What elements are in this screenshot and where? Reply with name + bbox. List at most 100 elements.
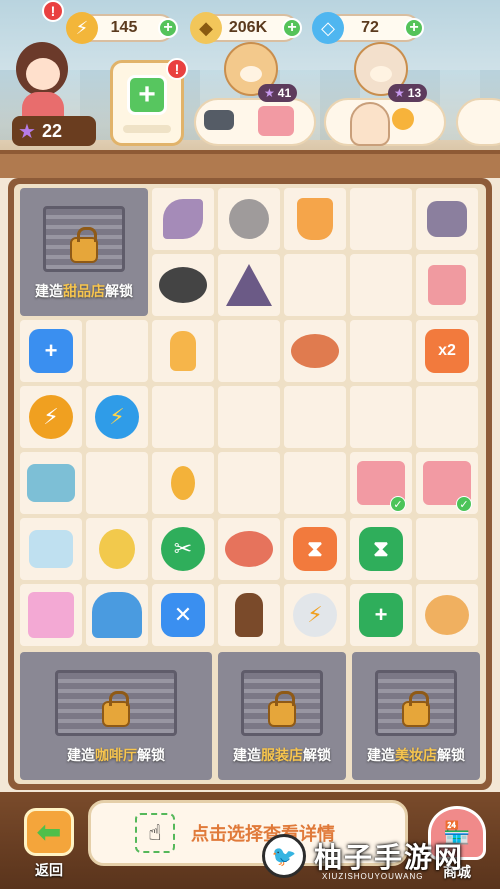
avatar-notification-badge: ! (42, 0, 64, 22)
lock-icon (268, 690, 296, 727)
customer-level-badge: ★ 13 (388, 84, 428, 102)
board-cell[interactable] (152, 452, 214, 514)
board-cell[interactable] (218, 584, 280, 646)
locked-shop-dessert[interactable]: 建造甜品店解锁 (20, 188, 148, 316)
board-cell[interactable] (152, 254, 214, 316)
back-button[interactable]: ⬅ 返回 (22, 800, 76, 882)
seed-icon (171, 466, 195, 500)
lightning-coin-icon: ⚡ (293, 593, 337, 637)
scissors-icon: ✂ (161, 527, 205, 571)
board-cell[interactable]: ✓ (416, 452, 478, 514)
popsicle-icon (170, 331, 196, 371)
board-cell[interactable] (416, 584, 478, 646)
board-cell[interactable]: ✂ (152, 518, 214, 580)
shopping-bag-icon (428, 265, 466, 305)
customer-level-badge: ★ 41 (258, 84, 298, 102)
chocolate-popsicle-icon (235, 593, 263, 637)
board-cell[interactable]: ⧗ (350, 518, 412, 580)
board-cell[interactable] (218, 386, 280, 448)
pointing-hand-icon (350, 102, 390, 146)
board-cell[interactable] (284, 386, 346, 448)
board-cell[interactable] (20, 452, 82, 514)
board-cell[interactable]: ✓ (350, 452, 412, 514)
locked-shop-clothing[interactable]: 建造服装店解锁 (218, 652, 346, 780)
frying-pan-icon (225, 531, 273, 567)
board-cell[interactable]: ⚡ (20, 386, 82, 448)
board-cell[interactable] (350, 320, 412, 382)
locked-shop-label: 建造咖啡厅解锁 (67, 746, 165, 763)
site-watermark: 🐦 柚子手游网 XIUZISHOUYOUWANG (262, 826, 498, 886)
dumbbell-icon (204, 110, 234, 130)
star-icon: ★ (394, 86, 405, 100)
add-energy-button[interactable]: + (158, 18, 178, 38)
lightning-orb-icon: ⚡ (29, 395, 73, 439)
gift-box-icon (258, 106, 294, 136)
plus-icon: + (127, 75, 167, 115)
watermark-text: 柚子手游网 (314, 842, 465, 873)
board-cell[interactable] (86, 518, 148, 580)
board-cell[interactable] (152, 386, 214, 448)
board-cell[interactable] (218, 452, 280, 514)
board-cell[interactable] (284, 188, 346, 250)
board-cell[interactable] (218, 518, 280, 580)
board-cell[interactable] (416, 386, 478, 448)
locked-shop-label: 建造甜品店解锁 (35, 282, 133, 299)
cookie-plate-icon (291, 334, 339, 368)
board-cell[interactable] (284, 254, 346, 316)
inbox-progress-bar (123, 125, 171, 133)
board-cell[interactable] (416, 254, 478, 316)
castle-icon (28, 592, 74, 638)
locked-shop-label: 建造美妆店解锁 (367, 746, 465, 763)
lock-icon (70, 226, 98, 263)
lunchbox-icon (29, 530, 73, 568)
board-cell[interactable] (218, 320, 280, 382)
board-cell[interactable]: + (20, 320, 82, 382)
add-coins-button[interactable]: + (282, 18, 302, 38)
orange-slice-icon (392, 108, 414, 130)
balloons-icon (99, 529, 135, 569)
lightning-orb-icon: ⚡ (95, 395, 139, 439)
lock-icon (102, 690, 130, 727)
board-cell[interactable] (20, 584, 82, 646)
board-cell[interactable] (86, 320, 148, 382)
customer-order-3[interactable] (456, 36, 500, 146)
board-cell[interactable] (416, 188, 478, 250)
star-icon: ★ (264, 86, 275, 100)
player-level-badge: ★ 22 (12, 116, 96, 146)
board-cell[interactable]: ✕ (152, 584, 214, 646)
board-cell[interactable]: ⚡ (284, 584, 346, 646)
board-cell[interactable] (86, 584, 148, 646)
board-cell[interactable] (284, 452, 346, 514)
back-button-label: 返回 (35, 862, 63, 878)
board-cell[interactable] (350, 254, 412, 316)
board-cell[interactable] (350, 188, 412, 250)
board-cell[interactable] (20, 518, 82, 580)
hourglass-icon: ⧗ (359, 527, 403, 571)
avatar-face (26, 58, 60, 90)
add-gems-button[interactable]: + (404, 18, 424, 38)
locked-shop-beauty[interactable]: 建造美妆店解锁 (352, 652, 480, 780)
board-cell[interactable]: + (350, 584, 412, 646)
checkmark-icon: ✓ (456, 496, 472, 512)
board-cell[interactable] (152, 188, 214, 250)
fried-shrimp-icon (425, 595, 469, 635)
locked-shop-cafe[interactable]: 建造咖啡厅解锁 (20, 652, 212, 780)
counter-shelf (0, 150, 500, 178)
board-cell[interactable] (416, 518, 478, 580)
watermark-logo-icon: 🐦 (262, 834, 306, 878)
board-cell[interactable]: ⚡ (86, 386, 148, 448)
inbox-notification-badge: ! (166, 58, 188, 80)
orange-juice-icon (297, 198, 333, 240)
star-icon: ★ (18, 120, 36, 143)
customer-level-value: 13 (407, 86, 422, 100)
board-cell[interactable] (350, 386, 412, 448)
board-cell[interactable] (86, 452, 148, 514)
board-cell[interactable] (284, 320, 346, 382)
customer-order-1[interactable]: ★ 41 (194, 36, 316, 146)
customer-order-2[interactable]: ★ 13 (324, 36, 446, 146)
board-cell[interactable] (218, 254, 280, 316)
board-cell[interactable]: x2 (416, 320, 478, 382)
board-cell[interactable]: ⧗ (284, 518, 346, 580)
board-cell[interactable] (152, 320, 214, 382)
board-cell[interactable] (218, 188, 280, 250)
